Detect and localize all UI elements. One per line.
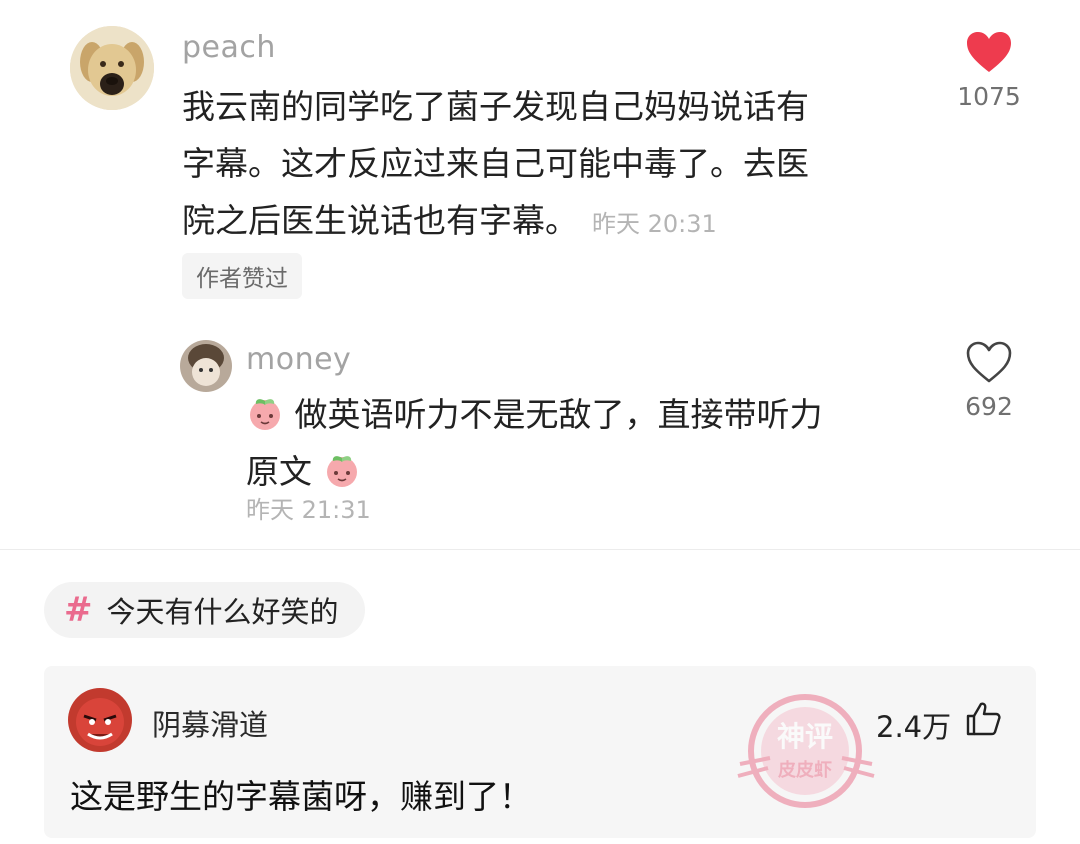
heart-filled-icon [967, 32, 1011, 72]
comment-text: 我云南的同学吃了菌子发现自己妈妈说话有 字幕。这才反应过来自己可能中毒了。去医 … [182, 78, 902, 253]
avatar-commenter[interactable] [68, 688, 132, 752]
peach-emoji-icon [250, 399, 280, 430]
comment-thread-card: peach 我云南的同学吃了菌子发现自己妈妈说话有 字幕。这才反应过来自己可能中… [0, 0, 1080, 550]
watermark-stamp-icon: 神评 皮皮虾 [737, 694, 875, 808]
avatar-money[interactable] [180, 340, 232, 392]
comment-text-line: 我云南的同学吃了菌子发现自己妈妈说话有 [182, 87, 809, 126]
hash-icon: # [64, 590, 93, 630]
author-liked-badge: 作者赞过 [182, 253, 302, 299]
comment-text-line-content: 院之后医生说话也有字幕。 [182, 201, 578, 240]
reply-username[interactable]: money [246, 342, 351, 377]
divider [0, 549, 1080, 550]
thumbs-up-icon[interactable] [964, 700, 1002, 738]
comment-text-line: 字幕。这才反应过来自己可能中毒了。去医 [182, 144, 809, 183]
comment-timestamp: 昨天 20:31 [592, 210, 717, 238]
featured-comment-card: 阴募滑道 神评 皮皮虾 2.4万 这是野生的字幕菌呀，赚到了！ [44, 666, 1036, 838]
commenter-username[interactable]: 阴募滑道 [152, 702, 268, 744]
reply-text: 做英语听力不是无敌了，直接带听力 原文 [246, 386, 926, 500]
comment-username[interactable]: peach [182, 30, 276, 65]
watermark-text-top: 神评 [777, 720, 833, 753]
comment-like-count: 1075 [957, 82, 1021, 111]
hashtag-text: 今天有什么好笑的 [106, 595, 339, 629]
avatar-peach[interactable] [70, 26, 154, 110]
reply-text-line: 做英语听力不是无敌了，直接带听力 [246, 386, 926, 443]
peach-emoji-icon [326, 456, 357, 487]
reply-text-line-content: 原文 [246, 452, 312, 491]
comment-text-line: 院之后医生说话也有字幕。 昨天 20:31 [182, 192, 902, 253]
reply-like-button[interactable]: 692 [934, 340, 1044, 421]
commenter-text: 这是野生的字幕菌呀，赚到了！ [70, 777, 532, 816]
commenter-like-count: 2.4万 [876, 710, 952, 744]
comment-like-button[interactable]: 1075 [934, 30, 1044, 111]
heart-outline-icon [966, 341, 1012, 383]
reply-text-line-content: 做英语听力不是无敌了，直接带听力 [294, 395, 823, 434]
reply-timestamp: 昨天 21:31 [246, 496, 371, 524]
hashtag-topic[interactable]: # 今天有什么好笑的 [44, 582, 365, 638]
reply-like-count: 692 [965, 392, 1013, 421]
watermark-text-bottom: 皮皮虾 [778, 759, 832, 781]
